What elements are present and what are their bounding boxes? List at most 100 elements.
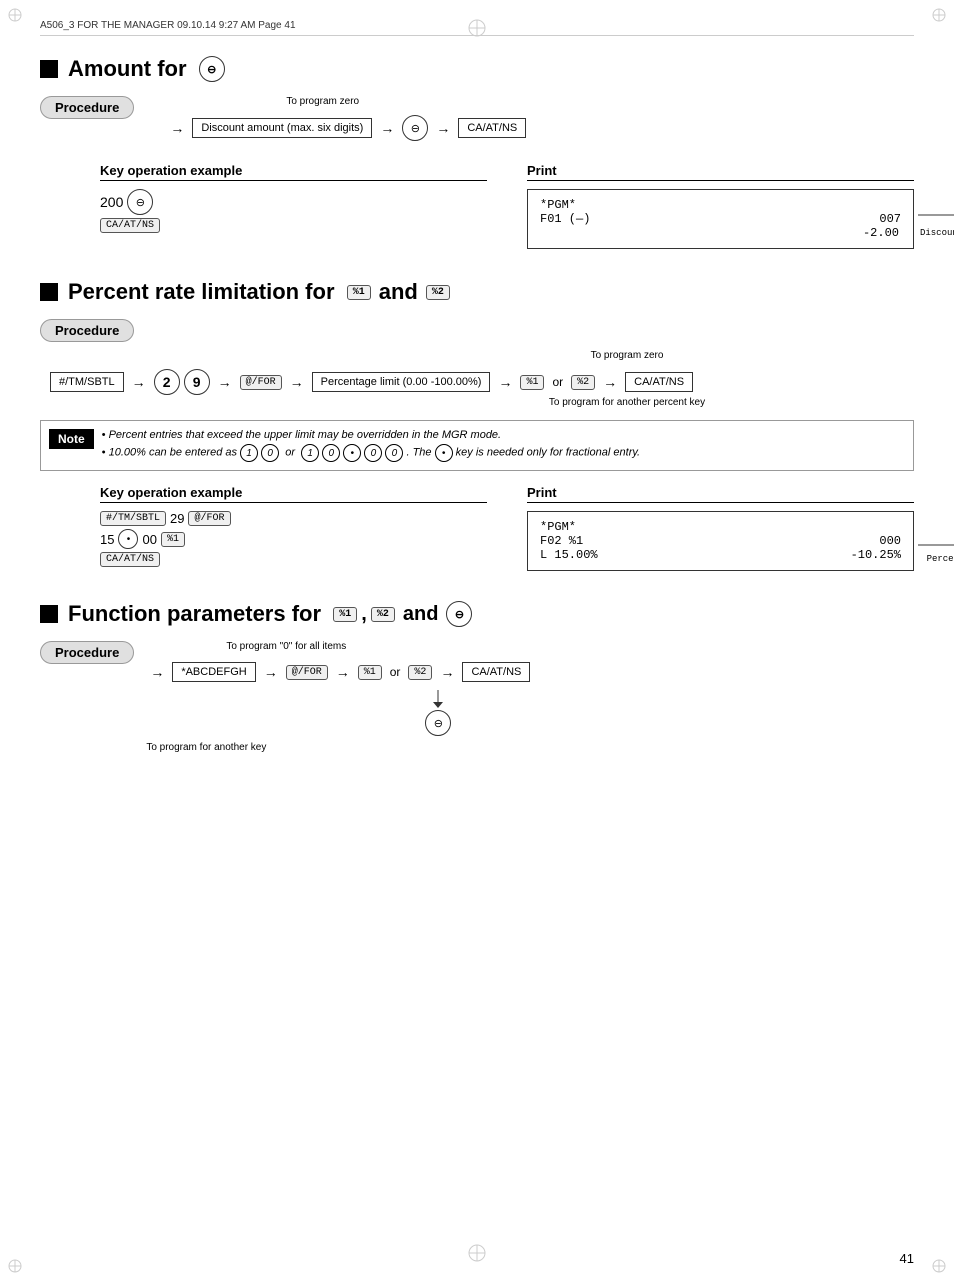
caatns-key-2: CA/AT/NS	[100, 552, 160, 567]
print-title-2: Print	[527, 485, 914, 503]
procedure-badge-3: Procedure	[40, 641, 134, 664]
arrow-1b: →	[380, 120, 394, 136]
section-function-params: Function parameters for %1 , %2 and ⊖ Pr…	[40, 601, 914, 753]
arrow-2a: →	[132, 374, 146, 390]
pct-arrow	[918, 538, 954, 552]
key-op-line-2a: #/TM/SBTL 29 @/FOR	[100, 511, 487, 526]
black-square-3	[40, 605, 58, 623]
flow-row-2: #/TM/SBTL → 2 9 → @/FOR → Percentage lim…	[50, 369, 914, 395]
dot2-circle: •	[435, 444, 453, 462]
print-line-2-1: *PGM*	[540, 520, 901, 534]
pct1-key-heading: %1	[347, 285, 371, 300]
pct1-flow: %1	[520, 375, 544, 390]
minus-key-flow-3: ⊖	[425, 710, 451, 736]
n1-circle: 1	[240, 444, 258, 462]
note-content-2: • Percent entries that exceed the upper …	[102, 429, 640, 462]
key-op-title-2: Key operation example	[100, 485, 487, 503]
atfor-key-3: @/FOR	[286, 665, 328, 680]
dot-circle: •	[343, 444, 361, 462]
or-text-2: or	[552, 375, 563, 389]
corner-reg-mark-tl	[8, 8, 22, 27]
arrow-1a: →	[170, 120, 184, 136]
flow-diagram-1: To program zero → Discount amount (max. …	[146, 96, 526, 149]
two-col-1: Key operation example 200 ⊖ CA/AT/NS Pri…	[100, 163, 914, 249]
minus-key-op: ⊖	[127, 189, 153, 215]
arrow-3c: →	[336, 664, 350, 680]
abcdefgh-box: *ABCDEFGH	[172, 662, 255, 682]
top-crosshair	[467, 18, 487, 43]
section-amount-for: Amount for ⊖ Procedure To program zero →…	[40, 56, 914, 249]
num2-key: 2	[154, 369, 180, 395]
header-text: A506_3 FOR THE MANAGER 09.10.14 9:27 AM …	[40, 20, 296, 31]
print-line-1-2: F01 (—) 007	[540, 212, 901, 226]
pct-limit-box: Percentage limit (0.00 -100.00%)	[312, 372, 491, 392]
num9-key: 9	[184, 369, 210, 395]
print-title-1: Print	[527, 163, 914, 181]
black-square-1	[40, 60, 58, 78]
bottom-crosshair	[467, 1243, 487, 1268]
note-line-2: • 10.00% can be entered as 1 0 or 1 0 • …	[102, 444, 640, 462]
key-op-line-1a: 200 ⊖	[100, 189, 487, 215]
to-another-3: To program for another key	[146, 742, 530, 753]
pct2-flow-3: %2	[408, 665, 432, 680]
arrow-2b: →	[218, 374, 232, 390]
procedure-badge-1: Procedure	[40, 96, 134, 119]
black-square-2	[40, 283, 58, 301]
pct2-flow: %2	[571, 375, 595, 390]
two-col-2: Key operation example #/TM/SBTL 29 @/FOR…	[100, 485, 914, 571]
pct2-key-heading: %2	[426, 285, 450, 300]
note-line-1: • Percent entries that exceed the upper …	[102, 429, 640, 441]
arrow-3b: →	[264, 664, 278, 680]
minus-key-flow: ⊖	[402, 115, 428, 141]
corner-reg-mark-br	[932, 1259, 946, 1278]
vertical-arrow-3: ⊖	[346, 690, 530, 736]
section-heading-3: Function parameters for %1 , %2 and ⊖	[40, 601, 914, 627]
page-number: 41	[900, 1251, 914, 1266]
caatns-box-2: CA/AT/NS	[625, 372, 693, 392]
print-section-1: Print *PGM* F01 (—) 007 -2.00 Discount a…	[527, 163, 914, 249]
key-op-line-1b: CA/AT/NS	[100, 218, 487, 233]
pct2-key-h3: %2	[371, 607, 395, 622]
atfor-key-op: @/FOR	[188, 511, 230, 526]
or-text-3: or	[390, 665, 401, 679]
arrow-3a: →	[150, 664, 164, 680]
htmsbtl-key: #/TM/SBTL	[100, 511, 166, 526]
to-zero-3: To program "0" for all items	[226, 641, 530, 652]
arrow-2e: →	[603, 374, 617, 390]
print-line-1-3: -2.00	[540, 226, 899, 240]
and-h3: and	[403, 603, 439, 626]
print-box-1: *PGM* F01 (—) 007 -2.00 Discount amount	[527, 189, 914, 249]
key-op-section-1: Key operation example 200 ⊖ CA/AT/NS	[100, 163, 487, 249]
minus-key-h3: ⊖	[446, 601, 472, 627]
n0c-circle: 0	[364, 444, 382, 462]
to-another-2: To program for another percent key	[340, 397, 914, 408]
down-arrow-svg	[428, 690, 448, 710]
note-row-2: Note • Percent entries that exceed the u…	[40, 420, 914, 471]
and-text-2: and	[379, 279, 418, 305]
heading-text-1: Amount for	[68, 56, 199, 82]
discount-amount-box: Discount amount (max. six digits)	[192, 118, 372, 138]
caatns-box-1: CA/AT/NS	[458, 118, 526, 138]
dot-key-op: •	[118, 529, 138, 549]
key-op-section-2: Key operation example #/TM/SBTL 29 @/FOR…	[100, 485, 487, 571]
flow-row-1: → Discount amount (max. six digits) → ⊖ …	[166, 115, 526, 141]
section-heading-1: Amount for ⊖	[40, 56, 914, 82]
key-op-title-1: Key operation example	[100, 163, 487, 181]
print-line-1-1: *PGM*	[540, 198, 901, 212]
to-zero-2: To program zero	[340, 350, 914, 361]
percentage-label: Percentage limit	[927, 554, 954, 564]
procedure-badge-2: Procedure	[40, 319, 134, 342]
print-line-2-3: L 15.00% -10.25%	[540, 548, 901, 562]
print-section-2: Print *PGM* F02 %1 000 L 15.00% -10.25% …	[527, 485, 914, 571]
n1b-circle: 1	[301, 444, 319, 462]
n0b-circle: 0	[322, 444, 340, 462]
to-program-zero-label-1: To program zero	[286, 96, 359, 107]
key-op-line-2c: CA/AT/NS	[100, 552, 487, 567]
arrow-3d: →	[440, 664, 454, 680]
discount-arrow	[918, 206, 954, 224]
comma-h3: ,	[361, 603, 367, 626]
key-op-line-2b: 15 • 00 %1	[100, 529, 487, 549]
section-percent-rate: Percent rate limitation for %1 and %2 Pr…	[40, 279, 914, 571]
corner-reg-mark-bl	[8, 1259, 22, 1278]
print-line-2-2: F02 %1 000	[540, 534, 901, 548]
